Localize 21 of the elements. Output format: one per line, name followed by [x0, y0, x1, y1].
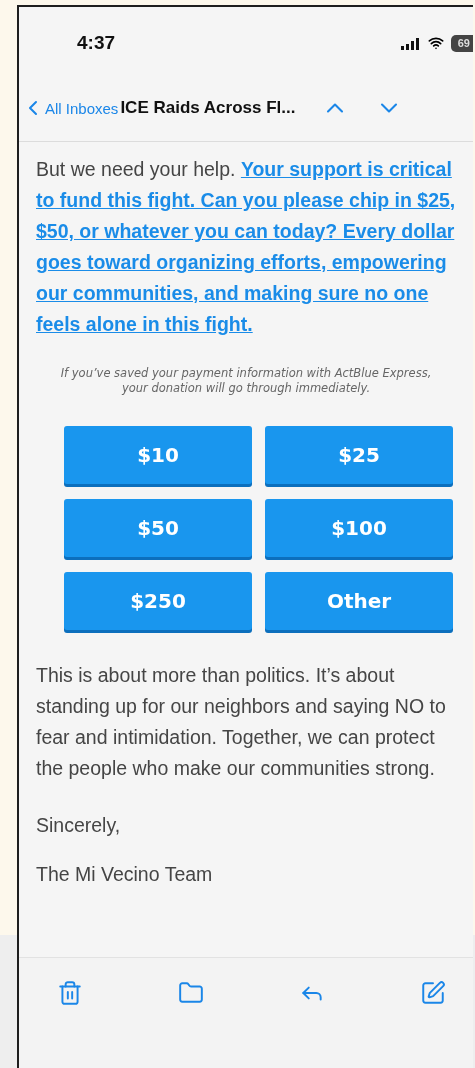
signal-icon — [400, 36, 421, 50]
appeal-text: But we need your help. Your support is critical to fund this fight. Can you please chip in $25, $50, or whatever you can today? Every dollar goes toward organizing efforts, empowering our communities, and making sure no one feels alone in this fight. — [36, 157, 457, 337]
email-subject: ICE Raids Across Fl... — [120, 98, 296, 118]
compose-icon[interactable] — [420, 980, 446, 1006]
battery-indicator: 69 — [450, 34, 473, 52]
body-text: This is about more than politics. It’s about standing up for our neighbors and saying NO to fear and intimidation. Together, we can protect the people who make our communities strong. — [36, 663, 447, 781]
payment-note: your donation will go through immediately. — [121, 381, 371, 396]
sign-off-text: Sincerely, — [36, 813, 122, 838]
donation-amount-button[interactable]: $250 — [64, 572, 252, 630]
wifi-icon — [427, 35, 444, 51]
folder-icon[interactable] — [178, 980, 204, 1006]
donation-amount-button[interactable]: $10 — [64, 426, 252, 484]
donation-amount-button[interactable]: Other — [265, 572, 453, 630]
donation-amount-button[interactable]: $100 — [265, 499, 453, 557]
donation-amount-button[interactable]: $50 — [64, 499, 252, 557]
donation-amount-button[interactable]: $25 — [265, 426, 453, 484]
payment-note: If you’ve saved your payment information with ActBlue Express, — [60, 366, 432, 381]
status-time: 4:37 — [77, 32, 116, 54]
trash-icon[interactable] — [57, 980, 83, 1006]
signature-text: The Mi Vecino Team — [36, 862, 214, 887]
back-link[interactable]: All Inboxes — [21, 96, 119, 120]
